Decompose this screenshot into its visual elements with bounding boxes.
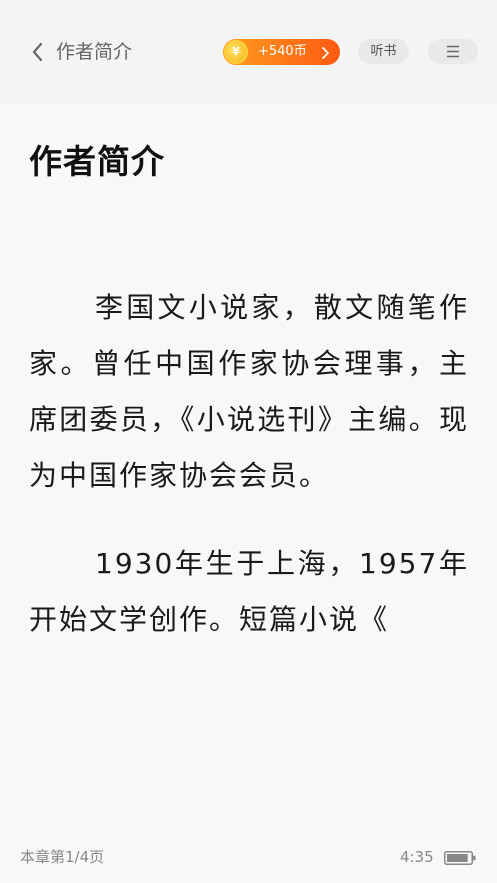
reader-screen: 作者简介 ¥ +540币 听书 作者简介 李国文小说家，散文随笔作家。曾任中国作…: [0, 0, 497, 883]
chapter-content: 李国文小说家，散文随笔作家。曾任中国作家协会理事，主席团委员，《小说选刊》主编。…: [29, 280, 469, 648]
nav-title: 作者简介: [56, 41, 133, 63]
top-bar: 作者简介 ¥ +540币 听书: [0, 0, 497, 105]
paragraph: 李国文小说家，散文随笔作家。曾任中国作家协会理事，主席团委员，《小说选刊》主编。…: [29, 291, 469, 492]
menu-icon: [447, 45, 459, 58]
listen-book-button[interactable]: 听书: [358, 39, 409, 64]
chapter-title: 作者简介: [29, 142, 165, 181]
coin-reward-button[interactable]: ¥ +540币: [223, 39, 340, 65]
coin-badge-text: +540币: [258, 44, 307, 59]
back-arrow-icon[interactable]: [28, 40, 48, 64]
clock-time: 4:35: [400, 848, 434, 866]
coin-icon: ¥: [224, 40, 248, 64]
coin-symbol: ¥: [232, 45, 240, 58]
chapter-progress: 本章第1/4页: [20, 848, 105, 866]
chevron-right-icon: [320, 45, 330, 59]
menu-button[interactable]: [428, 39, 478, 64]
battery-icon: [444, 850, 476, 865]
paragraph: 1930年生于上海，1957年开始文学创作。短篇小说《: [29, 547, 469, 636]
